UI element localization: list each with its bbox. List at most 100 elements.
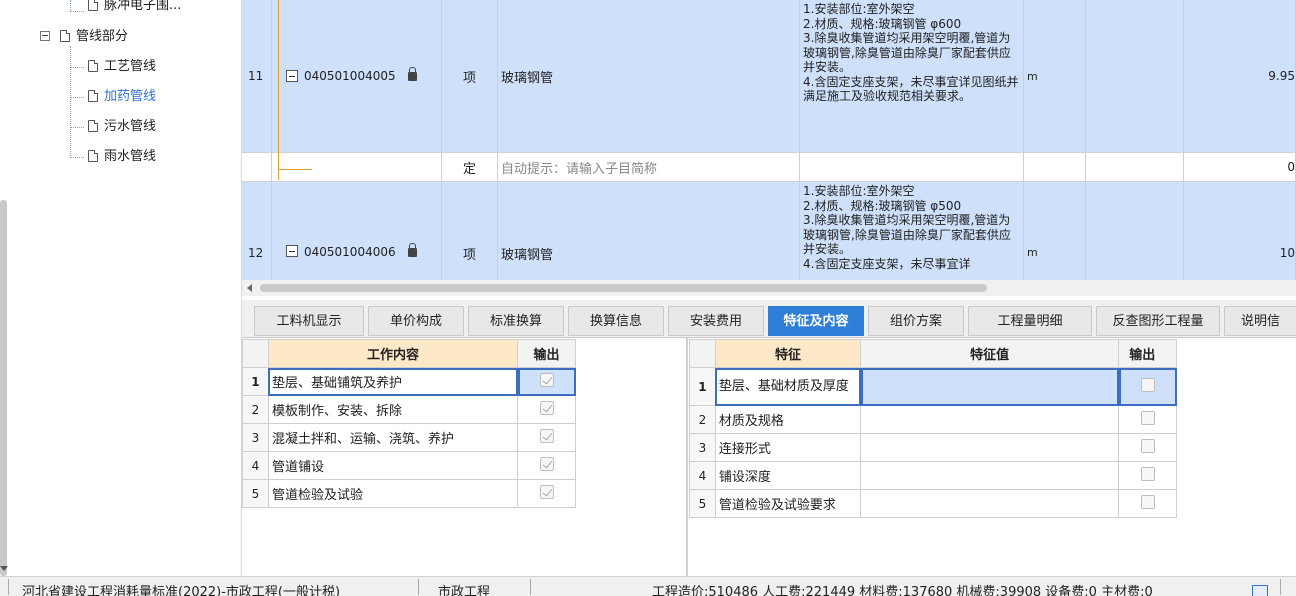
- tree-scrollbar[interactable]: [0, 200, 7, 576]
- code-cell[interactable]: [272, 153, 442, 181]
- table-row[interactable]: 1 垫层、基础铺筑及养护: [242, 367, 576, 396]
- tab-unit-price[interactable]: 单价构成: [368, 306, 464, 336]
- output-checkbox-cell[interactable]: [1118, 489, 1177, 518]
- code-cell[interactable]: 040501004005: [272, 0, 442, 152]
- panel-splitter[interactable]: [686, 338, 688, 576]
- empty-cell[interactable]: [1086, 182, 1184, 280]
- settings-icon[interactable]: [1252, 585, 1268, 596]
- tree-item-sewage-pipe[interactable]: 污水管线: [88, 117, 156, 137]
- tab-quantity-detail[interactable]: 工程量明细: [968, 306, 1092, 336]
- feature-value-input[interactable]: [860, 367, 1120, 406]
- table-row[interactable]: 4 铺设深度: [689, 461, 1177, 490]
- output-checkbox[interactable]: [1140, 377, 1155, 392]
- tab-notes[interactable]: 说明信: [1224, 306, 1296, 336]
- feature-name[interactable]: 连接形式: [714, 433, 862, 462]
- output-checkbox[interactable]: [1140, 410, 1155, 425]
- row-index: 4: [242, 451, 269, 480]
- quantity-cell[interactable]: 10: [1184, 182, 1296, 280]
- row-index: 5: [689, 489, 716, 518]
- separator: [1280, 579, 1281, 595]
- tab-labor-material[interactable]: 工料机显示: [254, 306, 364, 336]
- tab-standard-conversion[interactable]: 标准换算: [468, 306, 564, 336]
- feature-value-input[interactable]: [860, 461, 1120, 490]
- tab-reverse-lookup[interactable]: 反查图形工程量: [1096, 306, 1220, 336]
- work-item[interactable]: 垫层、基础铺筑及养护: [267, 367, 519, 396]
- feature-name[interactable]: 垫层、基础材质及厚度: [714, 367, 862, 406]
- output-checkbox-cell[interactable]: [517, 423, 576, 452]
- scroll-left-icon[interactable]: [247, 284, 252, 292]
- type-cell[interactable]: 项: [442, 182, 498, 280]
- table-row[interactable]: 5 管道检验及试验要求: [689, 489, 1177, 518]
- table-row[interactable]: 2 材质及规格: [689, 405, 1177, 434]
- tab-conversion-info[interactable]: 换算信息: [568, 306, 664, 336]
- work-item[interactable]: 管道铺设: [267, 451, 519, 480]
- feature-value-input[interactable]: [860, 489, 1120, 518]
- tab-features[interactable]: 特征及内容: [768, 306, 864, 336]
- name-input[interactable]: 自动提示：请输入子目简称: [498, 153, 800, 181]
- output-checkbox-cell[interactable]: [517, 479, 576, 508]
- tree-item-dosing-pipe[interactable]: 加药管线: [88, 87, 156, 107]
- type-cell[interactable]: 定: [442, 153, 498, 181]
- tab-install-fee[interactable]: 安装费用: [668, 306, 764, 336]
- tree-item-top[interactable]: 脉冲电子围...: [88, 0, 181, 16]
- output-checkbox[interactable]: [539, 456, 554, 471]
- status-project-type: 市政工程: [438, 585, 491, 596]
- tree-item-rain-pipe[interactable]: 雨水管线: [88, 147, 156, 167]
- feature-name[interactable]: 管道检验及试验要求: [714, 489, 862, 518]
- collapse-icon[interactable]: [286, 245, 298, 257]
- scrollbar-thumb[interactable]: [260, 284, 987, 292]
- output-checkbox[interactable]: [1140, 438, 1155, 453]
- output-checkbox[interactable]: [539, 400, 554, 415]
- output-checkbox-cell[interactable]: [517, 395, 576, 424]
- feature-name[interactable]: 铺设深度: [714, 461, 862, 490]
- tree-item-process-pipe[interactable]: 工艺管线: [88, 57, 156, 77]
- table-row[interactable]: 1 垫层、基础材质及厚度: [689, 367, 1177, 406]
- feature-value-input[interactable]: [860, 433, 1120, 462]
- output-checkbox-cell[interactable]: [1118, 405, 1177, 434]
- output-checkbox-cell[interactable]: [1118, 433, 1177, 462]
- description-cell[interactable]: [800, 153, 1024, 181]
- empty-cell[interactable]: [1086, 0, 1184, 152]
- tab-pricing-plan[interactable]: 组价方案: [868, 306, 964, 336]
- code-cell[interactable]: 040501004006: [272, 182, 442, 280]
- work-item[interactable]: 混凝土拌和、运输、浇筑、养护: [267, 423, 519, 452]
- output-checkbox[interactable]: [539, 484, 554, 499]
- work-item[interactable]: 模板制作、安装、拆除: [267, 395, 519, 424]
- output-checkbox[interactable]: [1140, 466, 1155, 481]
- tree-group-pipeline[interactable]: 管线部分: [40, 27, 128, 47]
- quantity-cell[interactable]: 0: [1184, 153, 1296, 181]
- output-checkbox-cell[interactable]: [517, 451, 576, 480]
- empty-cell[interactable]: [1086, 153, 1184, 181]
- type-cell[interactable]: 项: [442, 0, 498, 152]
- quantity-cell[interactable]: 9.95: [1184, 0, 1296, 152]
- description-cell[interactable]: 1.安装部位:室外架空 2.材质、规格:玻璃钢管 φ500 3.除臭收集管道均采…: [800, 182, 1024, 280]
- output-checkbox-cell[interactable]: [517, 367, 576, 396]
- table-row[interactable]: 3 连接形式: [689, 433, 1177, 462]
- feature-name[interactable]: 材质及规格: [714, 405, 862, 434]
- table-row[interactable]: 4 管道铺设: [242, 451, 576, 480]
- scroll-down-icon[interactable]: [0, 566, 8, 571]
- output-checkbox-cell[interactable]: [1118, 461, 1177, 490]
- output-checkbox[interactable]: [539, 372, 554, 387]
- table-row[interactable]: 11 040501004005 项 玻璃钢管 1.安装部位:室外架空 2.材质、…: [242, 0, 1296, 153]
- collapse-icon[interactable]: [286, 70, 298, 82]
- name-cell[interactable]: 玻璃钢管: [498, 0, 800, 152]
- unit-cell[interactable]: m: [1024, 0, 1086, 152]
- table-row[interactable]: 定 自动提示：请输入子目简称 0: [242, 153, 1296, 182]
- description-cell[interactable]: 1.安装部位:室外架空 2.材质、规格:玻璃钢管 φ600 3.除臭收集管道均采…: [800, 0, 1024, 152]
- name-cell[interactable]: 玻璃钢管: [498, 182, 800, 280]
- lock-icon: [407, 243, 417, 257]
- collapse-icon[interactable]: [40, 31, 50, 41]
- output-checkbox-cell[interactable]: [1118, 367, 1177, 406]
- output-checkbox[interactable]: [1140, 494, 1155, 509]
- work-item[interactable]: 管道检验及试验: [267, 479, 519, 508]
- table-row[interactable]: 3 混凝土拌和、运输、浇筑、养护: [242, 423, 576, 452]
- table-row[interactable]: 5 管道检验及试验: [242, 479, 576, 508]
- feature-value-input[interactable]: [860, 405, 1120, 434]
- output-checkbox[interactable]: [539, 428, 554, 443]
- table-row[interactable]: 2 模板制作、安装、拆除: [242, 395, 576, 424]
- table-row[interactable]: 12 040501004006 项 玻璃钢管 1.安装部位:室外架空 2.材质、…: [242, 182, 1296, 280]
- horizontal-scrollbar[interactable]: [242, 280, 1296, 296]
- unit-cell[interactable]: [1024, 153, 1086, 181]
- unit-cell[interactable]: m: [1024, 182, 1086, 280]
